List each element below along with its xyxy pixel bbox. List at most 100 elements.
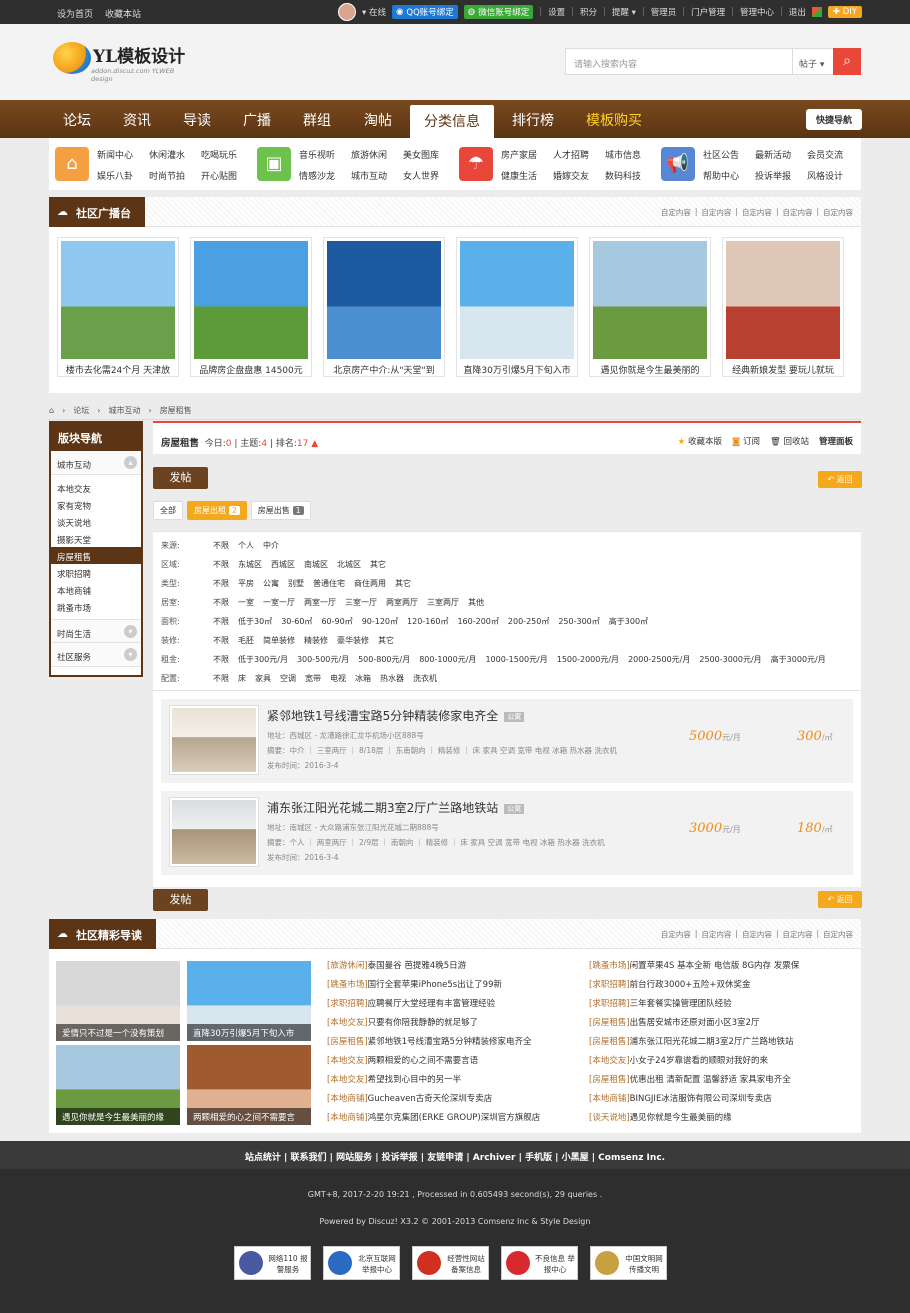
nav-collections[interactable]: 淘帖 — [364, 110, 392, 130]
tab-sale[interactable]: 房屋出售 1 — [250, 501, 311, 520]
filter-option[interactable]: 2000-2500元/月 — [628, 654, 690, 668]
subnav-link[interactable]: 女人世界 — [403, 169, 455, 182]
subnav-link[interactable]: 时尚节拍 — [149, 169, 201, 182]
subnav-link[interactable]: 情感沙龙 — [299, 169, 351, 182]
filter-option[interactable]: 其它 — [378, 635, 394, 649]
filter-option[interactable]: 一室一厅 — [263, 597, 295, 611]
guide-list-item[interactable]: [房屋租售]浦东张江阳光花城二期3室2厅广兰路地铁站 — [589, 1035, 851, 1054]
filter-option[interactable]: 不限 — [213, 540, 229, 554]
filter-option[interactable]: 高于300㎡ — [609, 616, 648, 630]
filter-option[interactable]: 商住两用 — [354, 578, 386, 592]
chevron-down-icon[interactable]: ▾ — [124, 648, 137, 661]
guide-category[interactable]: [旅游休闲] — [327, 961, 368, 971]
guide-category[interactable]: [谈天说地] — [589, 1113, 630, 1123]
diy-button[interactable]: ✚ DIY — [827, 6, 862, 18]
listing-title[interactable]: 浦东张江阳光花城二期3室2厅广兰路地铁站 公寓 — [267, 799, 525, 816]
subnav-link[interactable]: 投诉举报 — [755, 169, 807, 182]
breadcrumb-item[interactable]: 房屋租售 — [160, 405, 192, 416]
nav-guide[interactable]: 导读 — [183, 110, 211, 130]
subnav-link[interactable]: 吃喝玩乐 — [201, 148, 253, 161]
guide-pic[interactable]: 爱情只不过是一个没有策划 — [56, 961, 180, 1041]
listing-card[interactable]: 紧邻地铁1号线漕宝路5分钟精装修家电齐全 公寓 地址：西城区 - 龙漕路徐汇龙华机… — [161, 699, 853, 783]
sidebar-item[interactable]: 跳蚤市场 — [51, 598, 141, 615]
guide-pic[interactable]: 两颗相爱的心之间不需要言 — [187, 1045, 311, 1125]
nav-ranking[interactable]: 排行榜 — [512, 110, 554, 130]
guide-category[interactable]: [求职招聘] — [327, 999, 368, 1009]
subnav-link[interactable]: 娱乐八卦 — [97, 169, 149, 182]
filter-option[interactable]: 800-1000元/月 — [419, 654, 476, 668]
filter-option[interactable]: 其它 — [370, 559, 386, 573]
subnav-link[interactable]: 城市互动 — [351, 169, 403, 182]
filter-option[interactable]: 床 — [238, 673, 246, 687]
custom-link[interactable]: 自定内容 — [823, 929, 853, 940]
footer-badge[interactable]: 网络110 报警服务 — [234, 1246, 311, 1280]
filter-option[interactable]: 一室 — [238, 597, 254, 611]
sidebar-group-service[interactable]: 社区服务 ▾ — [51, 643, 141, 667]
guide-list-item[interactable]: [本地商铺]鸿星尔克集团(ERKE GROUP)深圳官方旗舰店 — [327, 1111, 589, 1130]
guide-list-item[interactable]: [本地商铺]BINGJIE冰洁服饰有限公司深圳专卖店 — [589, 1092, 851, 1111]
breadcrumb-item[interactable]: 论坛 — [73, 405, 89, 416]
filter-option[interactable]: 1000-1500元/月 — [485, 654, 547, 668]
custom-link[interactable]: 自定内容 — [823, 207, 853, 218]
subnav-link[interactable]: 人才招聘 — [553, 148, 605, 161]
set-homepage-link[interactable]: 设为首页 — [57, 7, 93, 20]
filter-option[interactable]: 热水器 — [380, 673, 404, 687]
footer-link[interactable]: 友链申请 — [427, 1153, 463, 1163]
listing-card[interactable]: 浦东张江阳光花城二期3室2厅广兰路地铁站 公寓 地址：南城区 - 大众路浦东张江阳… — [161, 791, 853, 875]
guide-list-item[interactable]: [求职招聘]三年套餐实操管理团队经验 — [589, 997, 851, 1016]
favorite-button[interactable]: ★ 收藏本版 — [678, 435, 722, 447]
footer-link[interactable]: 投诉举报 — [382, 1153, 418, 1163]
new-post-button[interactable]: 发帖 — [153, 467, 208, 489]
filter-option[interactable]: 东城区 — [238, 559, 262, 573]
nav-forum[interactable]: 论坛 — [63, 110, 91, 130]
filter-option[interactable]: 公寓 — [263, 578, 279, 592]
filter-option[interactable]: 不限 — [213, 597, 229, 611]
guide-category[interactable]: [房屋租售] — [589, 1075, 630, 1085]
nav-buy-template[interactable]: 模板购买 — [586, 110, 642, 130]
footer-badge[interactable]: 不良信息 举报中心 — [501, 1246, 578, 1280]
footer-link[interactable]: 站点统计 — [245, 1153, 281, 1163]
subnav-link[interactable]: 最新活动 — [755, 148, 807, 161]
guide-list-item[interactable]: [谈天说地]遇见你就是今生最美丽的缘 — [589, 1111, 851, 1130]
guide-category[interactable]: [房屋租售] — [589, 1037, 630, 1047]
custom-link[interactable]: 自定内容 — [742, 207, 772, 218]
filter-option[interactable]: 500-800元/月 — [358, 654, 410, 668]
guide-category[interactable]: [本地交友] — [327, 1018, 368, 1028]
guide-list-item[interactable]: [本地交友]两颗相爱的心之间不需要言语 — [327, 1054, 589, 1073]
broadcast-item[interactable]: 楼市去化需24个月 天津放 — [57, 237, 179, 377]
guide-list-item[interactable]: [房屋租售]紧邻地铁1号线漕宝路5分钟精装修家电齐全 — [327, 1035, 589, 1054]
filter-option[interactable]: 中介 — [263, 540, 279, 554]
settings-link[interactable]: 设置 — [548, 6, 565, 18]
guide-list-item[interactable]: [求职招聘]前台行政3000+五险+双休奖金 — [589, 978, 851, 997]
search-button[interactable]: ⌕ — [833, 48, 861, 75]
footer-link[interactable]: 网站服务 — [336, 1153, 372, 1163]
filter-option[interactable]: 电视 — [330, 673, 346, 687]
subnav-link[interactable]: 休闲灌水 — [149, 148, 201, 161]
filter-option[interactable]: 两室两厅 — [386, 597, 418, 611]
filter-option[interactable]: 简单装修 — [263, 635, 295, 649]
sidebar-item[interactable]: 谈天说地 — [51, 513, 141, 530]
guide-list-item[interactable]: [求职招聘]应聘餐厅大堂经理有丰富管理经验 — [327, 997, 589, 1016]
listing-thumbnail[interactable] — [169, 797, 259, 867]
chevron-down-icon[interactable]: ▾ — [124, 625, 137, 638]
guide-pic[interactable]: 遇见你就是今生最美丽的缘 — [56, 1045, 180, 1125]
filter-option[interactable]: 2500-3000元/月 — [699, 654, 761, 668]
guide-list-item[interactable]: [本地商铺]Gucheaven古奇天伦深圳专卖店 — [327, 1092, 589, 1111]
broadcast-item[interactable]: 北京房产中介:从"天堂"到 — [323, 237, 445, 377]
guide-list-item[interactable]: [房屋租售]出售居安城市还原对面小区3室2厅 — [589, 1016, 851, 1035]
style-switch-icon[interactable] — [811, 7, 822, 17]
custom-link[interactable]: 自定内容 — [782, 929, 812, 940]
subnav-link[interactable]: 房产家居 — [501, 148, 553, 161]
sidebar-item[interactable]: 家有宠物 — [51, 496, 141, 513]
guide-category[interactable]: [本地商铺] — [589, 1094, 630, 1104]
filter-option[interactable]: 低于300元/月 — [238, 654, 288, 668]
filter-option[interactable]: 南城区 — [304, 559, 328, 573]
footer-link[interactable]: 联系我们 — [290, 1153, 326, 1163]
filter-option[interactable]: 两室一厅 — [304, 597, 336, 611]
filter-option[interactable]: 不限 — [213, 654, 229, 668]
nav-groups[interactable]: 群组 — [303, 110, 331, 130]
subnav-link[interactable]: 健康生活 — [501, 169, 553, 182]
filter-option[interactable]: 毛胚 — [238, 635, 254, 649]
guide-category[interactable]: [房屋租售] — [589, 1018, 630, 1028]
sidebar-group-fashion[interactable]: 时尚生活 ▾ — [51, 619, 141, 643]
